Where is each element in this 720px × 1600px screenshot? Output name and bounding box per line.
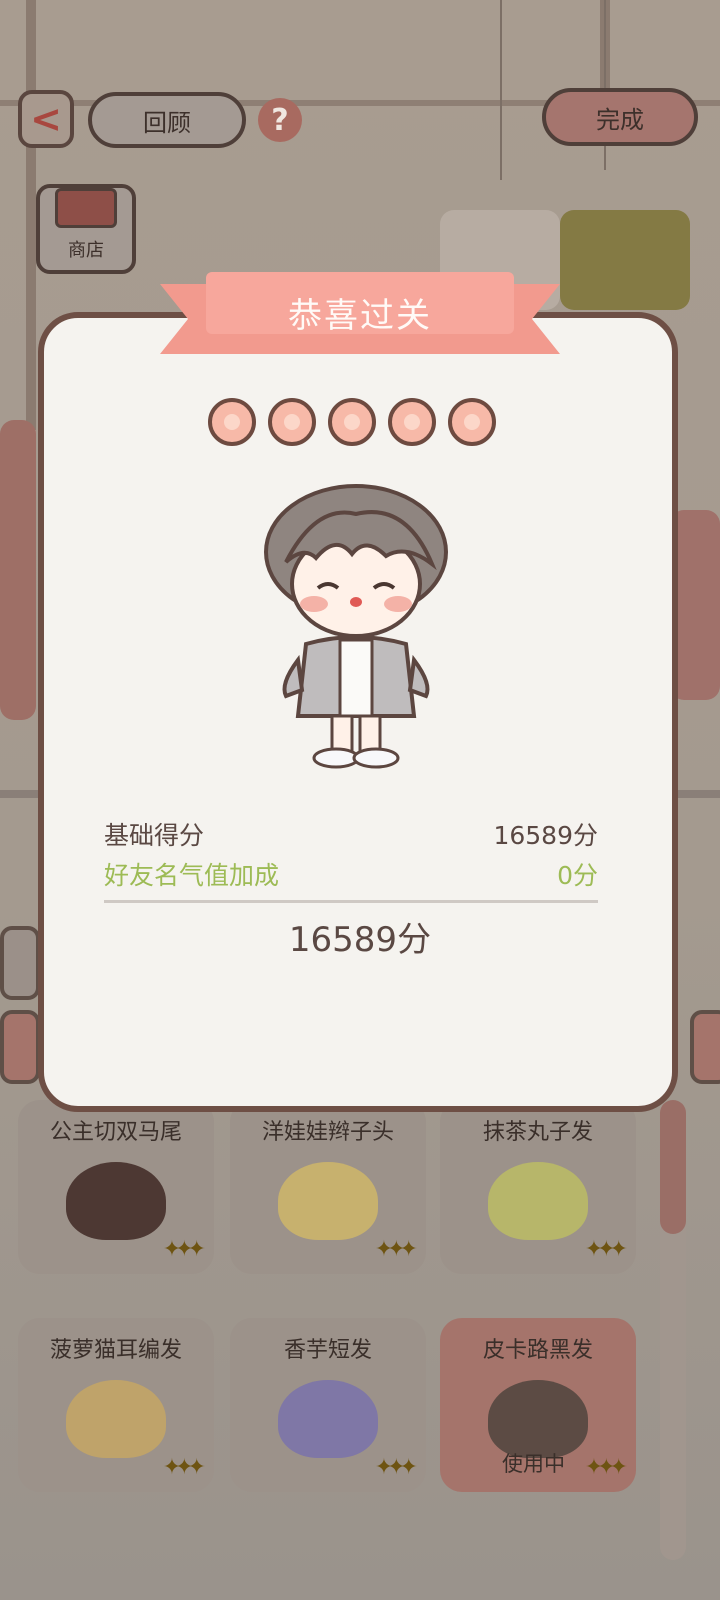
score-row: 好友名气值加成 0分: [104, 856, 598, 892]
hair-item-card[interactable]: 抹茶丸子发 ✦✦✦: [440, 1100, 636, 1274]
hair-item-card[interactable]: 菠萝猫耳编发 ✦✦✦: [18, 1318, 214, 1492]
hair-preview-icon: [66, 1162, 166, 1240]
hair-item-label: 抹茶丸子发: [482, 1120, 593, 1145]
hair-item-label: 香芋短发: [283, 1338, 372, 1363]
score-label: 好友名气值加成: [104, 861, 280, 890]
score-label: 基础得分: [104, 821, 205, 850]
sparkle-icon: ✦✦✦: [584, 1237, 628, 1262]
hair-preview-icon: [278, 1162, 378, 1240]
dialog-title: 恭喜过关: [288, 296, 432, 336]
title-ribbon: 恭喜过关: [160, 268, 560, 364]
wall-post: [26, 0, 36, 430]
star-rating: [208, 398, 496, 446]
sparkle-icon: ✦✦✦: [584, 1455, 628, 1480]
shop-button[interactable]: 商店: [36, 184, 136, 274]
star-icon: [268, 398, 316, 446]
review-label: 回顾: [143, 108, 191, 137]
hair-preview-icon: [278, 1380, 378, 1458]
score-value: 16589分: [493, 821, 598, 850]
sparkle-icon: ✦✦✦: [162, 1237, 206, 1262]
help-icon[interactable]: ?: [258, 98, 302, 142]
star-icon: [448, 398, 496, 446]
star-icon: [388, 398, 436, 446]
category-tab-left-2[interactable]: [0, 1010, 40, 1084]
hair-item-label: 洋娃娃辫子头: [261, 1120, 394, 1145]
hanger-string: [500, 0, 502, 180]
hair-item-card[interactable]: 香芋短发 ✦✦✦: [230, 1318, 426, 1492]
sparkle-icon: ✦✦✦: [374, 1237, 418, 1262]
sparkle-icon: ✦✦✦: [162, 1455, 206, 1480]
score-value: 0分: [557, 861, 598, 890]
star-icon: [208, 398, 256, 446]
hair-preview-icon: [488, 1162, 588, 1240]
hair-preview-icon: [66, 1380, 166, 1458]
hair-preview-icon: [488, 1380, 588, 1458]
score-row: 基础得分 16589分: [104, 816, 598, 852]
hair-item-card[interactable]: 洋娃娃辫子头 ✦✦✦: [230, 1100, 426, 1274]
hair-item-label: 菠萝猫耳编发: [49, 1338, 182, 1363]
shop-label: 商店: [68, 240, 104, 261]
in-use-label: 使用中: [502, 1452, 565, 1476]
back-button[interactable]: <: [18, 90, 74, 148]
back-arrow-icon: <: [30, 97, 62, 141]
hair-item-label: 皮卡路黑发: [482, 1338, 593, 1363]
hanging-cloth-left: [0, 420, 36, 720]
review-button[interactable]: 回顾: [88, 92, 246, 148]
done-label: 完成: [596, 105, 644, 134]
scrollbar-thumb[interactable]: [660, 1100, 686, 1234]
shop-icon: [55, 188, 117, 228]
score-divider: [104, 900, 598, 903]
character-avatar: [264, 484, 448, 769]
done-button[interactable]: 完成: [542, 88, 698, 146]
total-score: 16589分: [288, 920, 432, 960]
sparkle-icon: ✦✦✦: [374, 1455, 418, 1480]
hair-item-card[interactable]: 皮卡路黑发 ✦✦✦ 使用中: [440, 1318, 636, 1492]
category-tab-right[interactable]: [690, 1010, 720, 1084]
hair-item-card[interactable]: 公主切双马尾 ✦✦✦: [18, 1100, 214, 1274]
hair-item-label: 公主切双马尾: [49, 1120, 182, 1145]
shelf: [0, 790, 40, 798]
hanging-dress: [560, 210, 690, 310]
star-icon: [328, 398, 376, 446]
